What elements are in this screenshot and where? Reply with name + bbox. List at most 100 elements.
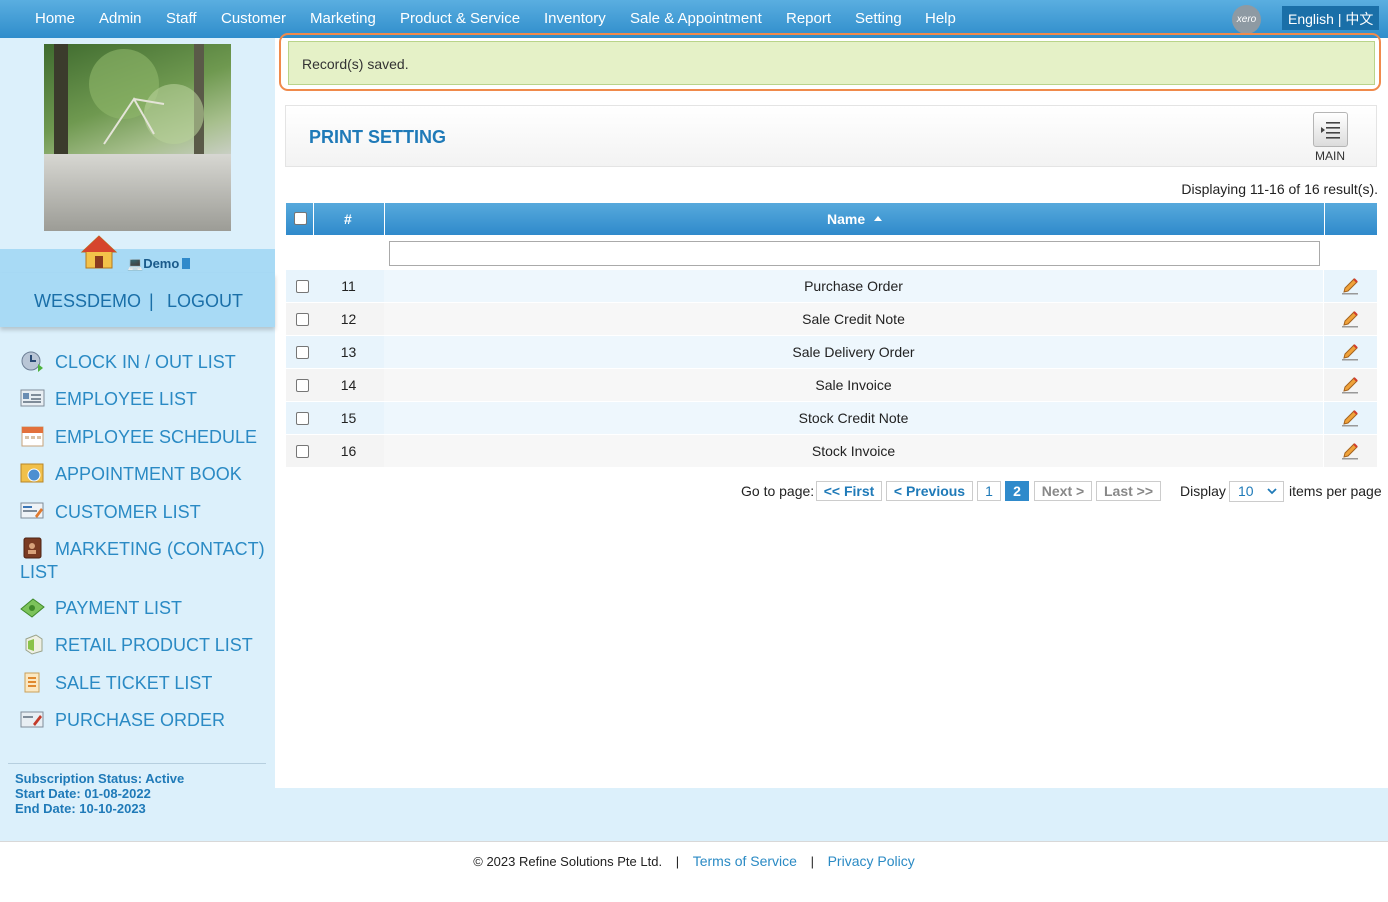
edit-pencil-icon[interactable]: [1341, 409, 1359, 427]
row-checkbox-cell: [286, 435, 313, 467]
row-number: 15: [313, 402, 384, 434]
nav-marketing[interactable]: Marketing: [310, 10, 376, 27]
menu-customer-list[interactable]: CUSTOMER LIST: [20, 500, 270, 524]
ticket-icon: [24, 672, 40, 693]
menu-label: MARKETING (CONTACT) LIST: [20, 539, 265, 582]
items-per-page-label: items per page: [1289, 483, 1382, 499]
footer-separator: |: [675, 854, 680, 869]
edit-pencil-icon[interactable]: [1341, 310, 1359, 328]
header-action-cell: [1325, 203, 1377, 235]
menu-employee-schedule[interactable]: EMPLOYEE SCHEDULE: [20, 425, 270, 449]
info-icon: [182, 258, 191, 269]
table-row: 15 Stock Credit Note: [286, 402, 1377, 434]
edit-pencil-icon[interactable]: [1341, 343, 1359, 361]
menu-marketing-contact-list[interactable]: MARKETING (CONTACT) LIST: [20, 537, 270, 584]
nav-setting[interactable]: Setting: [855, 10, 902, 27]
name-filter-input[interactable]: [389, 241, 1320, 266]
next-page-button[interactable]: Next >: [1034, 481, 1092, 501]
nav-customer[interactable]: Customer: [221, 10, 286, 27]
row-checkbox[interactable]: [296, 412, 309, 425]
footer-separator: |: [810, 854, 814, 869]
book-icon: [20, 463, 44, 483]
nav-inventory[interactable]: Inventory: [544, 10, 606, 27]
first-page-button[interactable]: << First: [816, 481, 882, 501]
main-button[interactable]: [1313, 112, 1348, 147]
menu-label: EMPLOYEE LIST: [55, 389, 198, 409]
menu-label: PAYMENT LIST: [55, 598, 183, 618]
previous-page-button[interactable]: < Previous: [886, 481, 973, 501]
row-checkbox[interactable]: [296, 280, 309, 293]
page-1-button[interactable]: 1: [977, 481, 1001, 501]
menu-label: RETAIL PRODUCT LIST: [55, 635, 253, 655]
menu-retail-product-list[interactable]: RETAIL PRODUCT LIST: [20, 633, 270, 657]
subscription-status: Subscription Status: Active: [15, 771, 185, 786]
nav-report[interactable]: Report: [786, 10, 831, 27]
last-page-button[interactable]: Last >>: [1096, 481, 1161, 501]
menu-clock-in-out[interactable]: CLOCK IN / OUT LIST: [20, 350, 270, 374]
nav-sale-appointment[interactable]: Sale & Appointment: [630, 10, 762, 27]
menu-appointment-book[interactable]: APPOINTMENT BOOK: [20, 462, 270, 486]
footer-divider: [0, 841, 1388, 842]
menu-employee-list[interactable]: EMPLOYEE LIST: [20, 387, 270, 411]
edit-pencil-icon[interactable]: [1341, 376, 1359, 394]
demo-text: Demo: [143, 256, 180, 271]
box-icon: [25, 634, 43, 655]
nav-help[interactable]: Help: [925, 10, 956, 27]
row-checkbox[interactable]: [296, 379, 309, 392]
display-label: Display: [1180, 483, 1226, 499]
menu-payment-list[interactable]: PAYMENT LIST: [20, 596, 270, 620]
row-name: Stock Invoice: [384, 435, 1323, 467]
header-name-cell[interactable]: Name: [385, 203, 1324, 235]
header-checkbox-cell: [286, 203, 313, 235]
table-row: 12 Sale Credit Note: [286, 303, 1377, 335]
page-title: PRINT SETTING: [309, 127, 447, 147]
copyright: © 2023 Refine Solutions Pte Ltd.: [473, 854, 663, 869]
sort-ascending-icon: [874, 216, 882, 221]
chevron-down-icon: [1267, 488, 1277, 495]
row-checkbox-cell: [286, 303, 313, 335]
menu-label: EMPLOYEE SCHEDULE: [55, 427, 258, 447]
subscription-divider: [8, 763, 266, 764]
username-link[interactable]: WESSDEMO: [34, 291, 141, 312]
terms-of-service-link[interactable]: Terms of Service: [693, 853, 797, 869]
nav-home[interactable]: Home: [35, 10, 75, 27]
menu-purchase-order[interactable]: PURCHASE ORDER: [20, 708, 270, 732]
logout-link[interactable]: LOGOUT: [167, 291, 243, 312]
row-number: 13: [313, 336, 384, 368]
nav-product-service[interactable]: Product & Service: [400, 10, 520, 27]
page-2-button[interactable]: 2: [1005, 481, 1029, 501]
home-icon[interactable]: [80, 234, 118, 270]
user-separator: |: [149, 291, 154, 311]
clock-icon: [21, 351, 43, 372]
menu-label: APPOINTMENT BOOK: [55, 464, 242, 484]
nav-admin[interactable]: Admin: [99, 10, 142, 27]
demo-label[interactable]: 💻Demo: [127, 256, 191, 272]
money-icon: [20, 598, 45, 618]
edit-pencil-icon[interactable]: [1341, 442, 1359, 460]
header-number-cell: #: [314, 203, 384, 235]
menu-sale-ticket-list[interactable]: SALE TICKET LIST: [20, 671, 270, 695]
xero-icon[interactable]: xero: [1232, 5, 1261, 34]
items-per-page-select[interactable]: 10: [1229, 481, 1284, 502]
row-checkbox[interactable]: [296, 445, 309, 458]
list-menu-icon: [1321, 122, 1340, 139]
select-all-checkbox[interactable]: [294, 212, 307, 225]
privacy-policy-link[interactable]: Privacy Policy: [828, 853, 915, 869]
nav-staff[interactable]: Staff: [166, 10, 197, 27]
employee-icon: [20, 389, 45, 407]
footer: © 2023 Refine Solutions Pte Ltd. | Terms…: [0, 853, 1388, 869]
row-checkbox[interactable]: [296, 346, 309, 359]
column-header-name[interactable]: Name: [827, 211, 865, 227]
row-checkbox-cell: [286, 402, 313, 434]
calendar-icon: [21, 426, 44, 447]
edit-pencil-icon[interactable]: [1341, 277, 1359, 295]
stone-slab: [44, 154, 231, 231]
page-header-panel: [285, 105, 1377, 167]
goto-page-label: Go to page:: [741, 483, 815, 499]
row-number: 12: [313, 303, 384, 335]
subscription-info: Subscription Status: Active Start Date: …: [15, 771, 184, 816]
row-checkbox[interactable]: [296, 313, 309, 326]
lang-english[interactable]: English: [1288, 11, 1334, 27]
lang-chinese[interactable]: 中文: [1345, 11, 1373, 27]
results-summary: Displaying 11-16 of 16 result(s).: [1181, 181, 1378, 197]
